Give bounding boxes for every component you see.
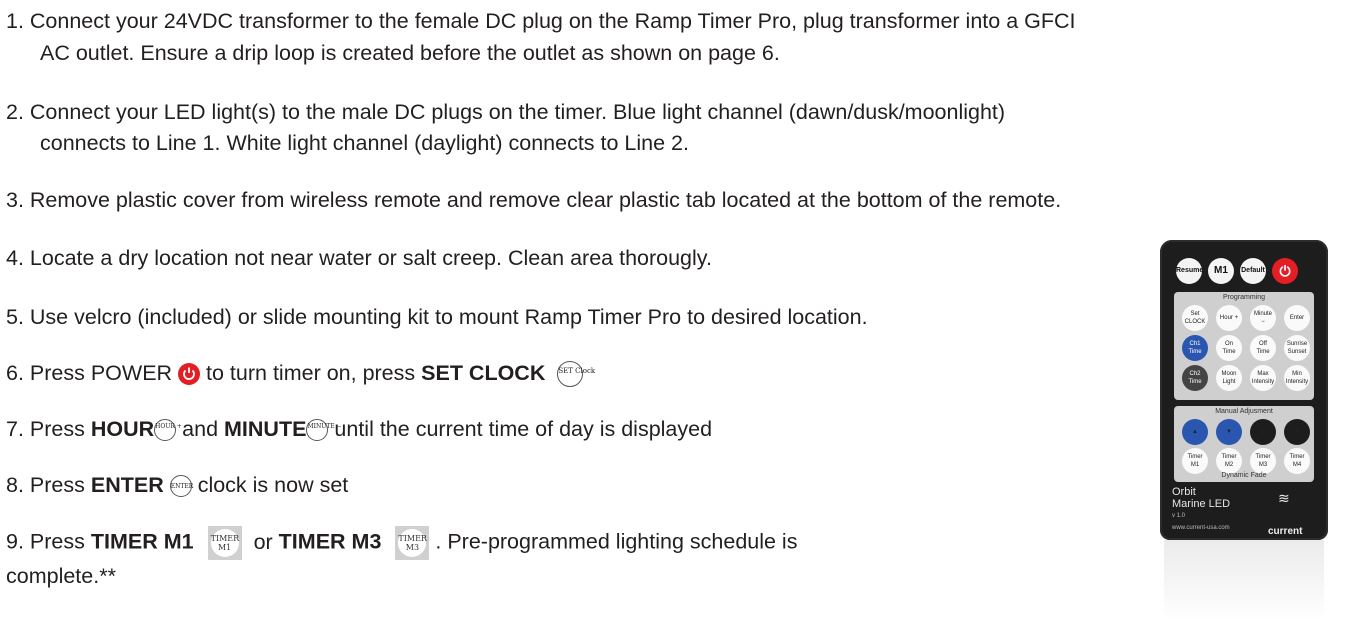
arrow-up-icon: ▲ — [1182, 419, 1208, 445]
current-logo: current — [1268, 526, 1303, 537]
step-6-mid: to turn timer on, press — [206, 361, 416, 385]
timer-m3-icon: TIMER M3 — [395, 526, 430, 560]
remote-ch1-time-button: Ch1 Time — [1182, 335, 1208, 361]
step-7: 7. Press HOURHOUR + and MINUTEMINUTE − u… — [6, 414, 712, 445]
timer-m1-label-2: M1 — [217, 543, 232, 552]
remote-programming-title: Programming — [1222, 294, 1265, 301]
step-9-mid: or — [253, 529, 273, 554]
step-6-bold: SET CLOCK — [421, 361, 546, 385]
remote-brand: Orbit Marine LED v 1.0 www.current-usa.c… — [1172, 486, 1230, 534]
remote-reflection — [1164, 540, 1324, 622]
remote-min-intensity-button: Min Intensity — [1284, 365, 1310, 391]
remote-enter-button: Enter — [1284, 305, 1310, 331]
remote-version: v 1.0 — [1172, 513, 1186, 519]
step-7-bold-hour: HOUR — [90, 417, 155, 441]
remote-moon-light-button: Moon Light — [1216, 365, 1242, 391]
remote-dynamic-title-wrap: Dynamic Fade — [1174, 470, 1314, 482]
remote-off-time-button: Off Time — [1250, 335, 1276, 361]
timer-m1-icon: TIMER M1 — [207, 526, 242, 560]
step-7-post: until the current time of day is display… — [334, 417, 713, 441]
step-8-post: clock is now set — [197, 473, 349, 497]
remote-on-time-button: On Time — [1216, 335, 1242, 361]
step-5: 5. Use velcro (included) or slide mounti… — [6, 305, 868, 329]
step-8: 8. Press ENTER ENTER clock is now set — [6, 470, 348, 501]
remote-sunrise-sunset-button: Sunrise Sunset — [1284, 335, 1310, 361]
hour-icon: HOUR + — [154, 419, 182, 442]
step-9: 9. Press TIMER M1 TIMER M1 or TIMER M3 TI… — [6, 526, 797, 560]
step-2-line-2: connects to Line 1. White light channel … — [40, 131, 689, 155]
step-8-pre: 8. Press — [6, 473, 85, 497]
remote-resume-button: Resume — [1176, 258, 1203, 284]
arrow-down-icon: ▼ — [1216, 419, 1242, 445]
remote-power-icon: ⏻ — [1272, 258, 1298, 284]
timer-m1-label-1: TIMER — [210, 534, 240, 543]
arrow-down-icon: ▼ — [1284, 419, 1310, 445]
step-9-post: . Pre-programmed lighting schedule is — [435, 529, 798, 554]
timer-m3-label-2: M3 — [405, 543, 420, 552]
step-9-bold-m3: TIMER M3 — [278, 529, 382, 554]
step-6: 6. Press POWER to turn timer on, press S… — [6, 358, 595, 389]
remote-minute-button: Minute − — [1250, 305, 1276, 331]
remote-brand-line-1: Orbit — [1172, 486, 1196, 498]
remote-m1-button: M1 — [1208, 258, 1234, 284]
remote-brand-line-2: Marine LED — [1172, 498, 1231, 510]
step-1-line-1: 1. Connect your 24VDC transformer to the… — [6, 9, 1076, 33]
step-8-bold: ENTER — [90, 473, 164, 497]
remote-website: www.current-usa.com — [1172, 525, 1230, 531]
step-7-mid: and — [182, 417, 219, 441]
step-7-bold-minute: MINUTE — [224, 417, 307, 441]
remote-dynamic-title: Dynamic Fade — [1221, 472, 1267, 479]
step-4: 4. Locate a dry location not near water … — [6, 246, 712, 270]
step-2-line-1: 2. Connect your LED light(s) to the male… — [6, 100, 1006, 124]
step-9-pre: 9. Press — [6, 529, 85, 554]
remote-max-intensity-button: Max Intensity — [1250, 365, 1276, 391]
set-clock-icon: SET Clock — [557, 361, 595, 388]
remote-set-clock-button: Set CLOCK — [1182, 305, 1208, 331]
step-1-line-2: AC outlet. Ensure a drip loop is created… — [40, 41, 780, 65]
step-3: 3. Remove plastic cover from wireless re… — [6, 188, 1062, 212]
enter-icon: ENTER — [169, 475, 193, 498]
power-icon — [178, 363, 201, 386]
remote-top-row: Resume M1 Default ⏻ — [1176, 258, 1298, 284]
timer-m3-label-1: TIMER — [398, 534, 427, 543]
step-7-pre: 7. Press — [6, 417, 85, 441]
minute-icon: MINUTE − — [306, 419, 342, 442]
remote-ch2-time-button: Ch2 Time — [1182, 365, 1208, 391]
step-9-line-2: complete.** — [6, 564, 116, 588]
wireless-icon: ≋ — [1278, 490, 1290, 506]
remote-manual-title: Manual Adjusment — [1215, 408, 1273, 415]
remote-control-image: Resume M1 Default ⏻ Programming Set CLOC… — [1160, 240, 1328, 540]
remote-hour-button: Hour + — [1216, 305, 1242, 331]
remote-programming-panel: Programming Set CLOCK Hour + Minute − En… — [1174, 292, 1314, 400]
remote-default-button: Default — [1240, 258, 1266, 284]
step-9-bold-m1: TIMER M1 — [90, 529, 194, 554]
arrow-up-icon: ▲ — [1250, 419, 1276, 445]
step-6-pre: 6. Press POWER — [6, 361, 173, 385]
